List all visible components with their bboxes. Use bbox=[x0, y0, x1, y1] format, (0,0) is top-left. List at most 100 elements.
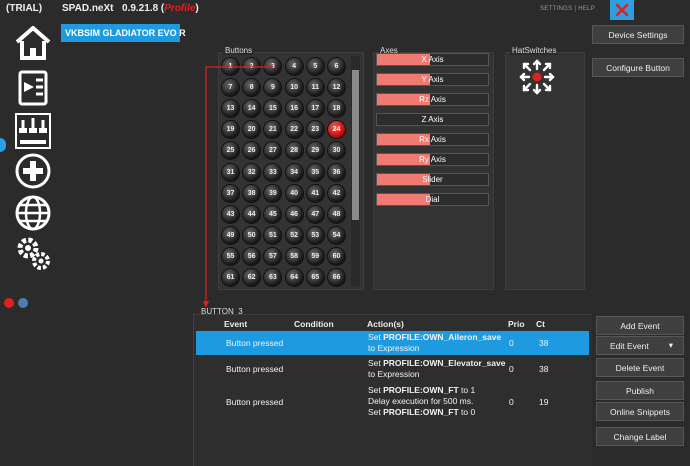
add-icon[interactable] bbox=[14, 152, 52, 190]
axis-label: Z Axis bbox=[421, 115, 444, 124]
device-name-tab[interactable]: VKBSIM GLADIATOR EVO R bbox=[61, 24, 186, 42]
table-row[interactable]: Button pressed Set PROFILE:OWN_Aileron_s… bbox=[196, 331, 589, 355]
joystick-button-60[interactable]: 60 bbox=[328, 247, 345, 265]
axis-label: Ry Axis bbox=[419, 155, 446, 164]
device-settings-button[interactable]: Device Settings bbox=[592, 25, 684, 44]
col-condition[interactable]: Condition bbox=[294, 319, 334, 329]
joystick-button-17[interactable]: 17 bbox=[306, 100, 324, 118]
version-label: 0.9.21.8 (Profile) bbox=[122, 3, 199, 14]
hatswitches-panel-title: HatSwitches bbox=[510, 46, 559, 55]
joystick-button-59[interactable]: 59 bbox=[306, 247, 324, 265]
joystick-button-36[interactable]: 36 bbox=[328, 163, 345, 181]
gear-icon[interactable] bbox=[14, 234, 52, 272]
action-cell: Set PROFILE:OWN_Aileron_save to Expressio… bbox=[368, 332, 502, 353]
status-red-icon bbox=[4, 298, 14, 308]
publish-button[interactable]: Publish bbox=[596, 381, 684, 400]
joystick-button-58[interactable]: 58 bbox=[285, 247, 303, 265]
joystick-button-65[interactable]: 65 bbox=[306, 269, 324, 286]
axis-label: Y Axis bbox=[421, 75, 444, 84]
joystick-button-53[interactable]: 53 bbox=[306, 226, 324, 244]
joystick-button-47[interactable]: 47 bbox=[306, 205, 324, 223]
event-cell: Button pressed bbox=[226, 397, 284, 407]
joystick-button-4[interactable]: 4 bbox=[285, 58, 303, 75]
joystick-button-28[interactable]: 28 bbox=[285, 142, 303, 160]
col-ct[interactable]: Ct bbox=[536, 319, 545, 329]
title-bar: (TRIAL) SPAD.neXt 0.9.21.8 (Profile) SET… bbox=[0, 0, 690, 20]
axis-label: Rx Axis bbox=[419, 135, 446, 144]
joystick-button-24[interactable]: 24 bbox=[328, 121, 345, 139]
ct-cell: 38 bbox=[539, 364, 549, 374]
add-event-button[interactable]: Add Event bbox=[596, 316, 684, 335]
online-snippets-button[interactable]: Online Snippets bbox=[596, 402, 684, 421]
buttons-scrollbar[interactable] bbox=[351, 56, 360, 286]
sidebar bbox=[0, 20, 56, 466]
action-cell: Set PROFILE:OWN_FT to 1 Delay execution f… bbox=[368, 385, 476, 417]
profile-name: Profile bbox=[164, 3, 196, 14]
action-cell: Set PROFILE:OWN_Elevator_save to Expressi… bbox=[368, 358, 506, 379]
table-row[interactable]: Button pressed Set PROFILE:OWN_FT to 1 De… bbox=[196, 383, 589, 421]
joystick-button-5[interactable]: 5 bbox=[306, 58, 324, 75]
joystick-button-22[interactable]: 22 bbox=[285, 121, 303, 139]
joystick-button-41[interactable]: 41 bbox=[306, 184, 324, 202]
joystick-button-48[interactable]: 48 bbox=[328, 205, 345, 223]
event-cell: Button pressed bbox=[226, 364, 284, 374]
joystick-button-12[interactable]: 12 bbox=[328, 79, 345, 97]
table-row[interactable]: Button pressed Set PROFILE:OWN_Elevator_… bbox=[196, 357, 589, 381]
joystick-button-40[interactable]: 40 bbox=[285, 184, 303, 202]
close-button[interactable] bbox=[610, 0, 634, 20]
joystick-button-46[interactable]: 46 bbox=[285, 205, 303, 223]
joystick-button-54[interactable]: 54 bbox=[328, 226, 345, 244]
axis-label: Dial bbox=[425, 195, 440, 204]
joystick-button-42[interactable]: 42 bbox=[328, 184, 345, 202]
flight-plan-icon[interactable] bbox=[14, 68, 52, 106]
scrollbar-thumb[interactable] bbox=[352, 70, 359, 220]
axis-bar: Slider bbox=[376, 173, 489, 186]
configure-button-button[interactable]: Configure Button bbox=[592, 58, 684, 77]
settings-help-links[interactable]: SETTINGS | HELP bbox=[540, 6, 595, 12]
axes-panel: Axes bbox=[373, 46, 494, 290]
joystick-button-64[interactable]: 64 bbox=[285, 269, 303, 286]
delete-event-button[interactable]: Delete Event bbox=[596, 358, 684, 377]
globe-icon[interactable] bbox=[14, 194, 52, 232]
joystick-button-52[interactable]: 52 bbox=[285, 226, 303, 244]
joystick-button-30[interactable]: 30 bbox=[328, 142, 345, 160]
col-actions[interactable]: Action(s) bbox=[367, 319, 404, 329]
joystick-button-66[interactable]: 66 bbox=[328, 269, 345, 286]
joystick-button-16[interactable]: 16 bbox=[285, 100, 303, 118]
col-event[interactable]: Event bbox=[224, 319, 247, 329]
edit-event-label: Edit Event bbox=[610, 340, 649, 351]
edit-event-button[interactable]: Edit Event ▾ bbox=[596, 336, 684, 355]
axis-bar: X Axis bbox=[376, 53, 489, 66]
axis-bar: Y Axis bbox=[376, 73, 489, 86]
buttons-panel-title: Buttons bbox=[223, 46, 255, 55]
trial-label: (TRIAL) bbox=[6, 3, 43, 14]
joystick-button-29[interactable]: 29 bbox=[306, 142, 324, 160]
axis-label: Rz Axis bbox=[419, 95, 446, 104]
axis-label: X Axis bbox=[421, 55, 444, 64]
prio-cell: 0 bbox=[509, 397, 514, 407]
selection-connector bbox=[203, 66, 273, 308]
home-icon[interactable] bbox=[14, 24, 52, 62]
joystick-button-23[interactable]: 23 bbox=[306, 121, 324, 139]
chevron-down-icon: ▾ bbox=[668, 340, 673, 350]
joystick-button-35[interactable]: 35 bbox=[306, 163, 324, 181]
axis-bar: Rz Axis bbox=[376, 93, 489, 106]
axis-bar: Z Axis bbox=[376, 113, 489, 126]
joystick-button-18[interactable]: 18 bbox=[328, 100, 345, 118]
events-table: Event Condition Action(s) Prio Ct Button… bbox=[193, 314, 592, 466]
change-label-button[interactable]: Change Label bbox=[596, 427, 684, 446]
hat-switch-icon[interactable] bbox=[517, 57, 557, 97]
prio-cell: 0 bbox=[509, 338, 514, 348]
col-prio[interactable]: Prio bbox=[508, 319, 525, 329]
joystick-button-6[interactable]: 6 bbox=[328, 58, 345, 75]
joystick-button-10[interactable]: 10 bbox=[285, 79, 303, 97]
axis-bar: Ry Axis bbox=[376, 153, 489, 166]
ct-cell: 19 bbox=[539, 397, 549, 407]
devices-icon[interactable] bbox=[14, 112, 52, 150]
status-blue-icon bbox=[18, 298, 28, 308]
app-name: SPAD.neXt bbox=[62, 3, 114, 14]
event-cell: Button pressed bbox=[226, 338, 284, 348]
axis-bar: Rx Axis bbox=[376, 133, 489, 146]
joystick-button-11[interactable]: 11 bbox=[306, 79, 324, 97]
joystick-button-34[interactable]: 34 bbox=[285, 163, 303, 181]
